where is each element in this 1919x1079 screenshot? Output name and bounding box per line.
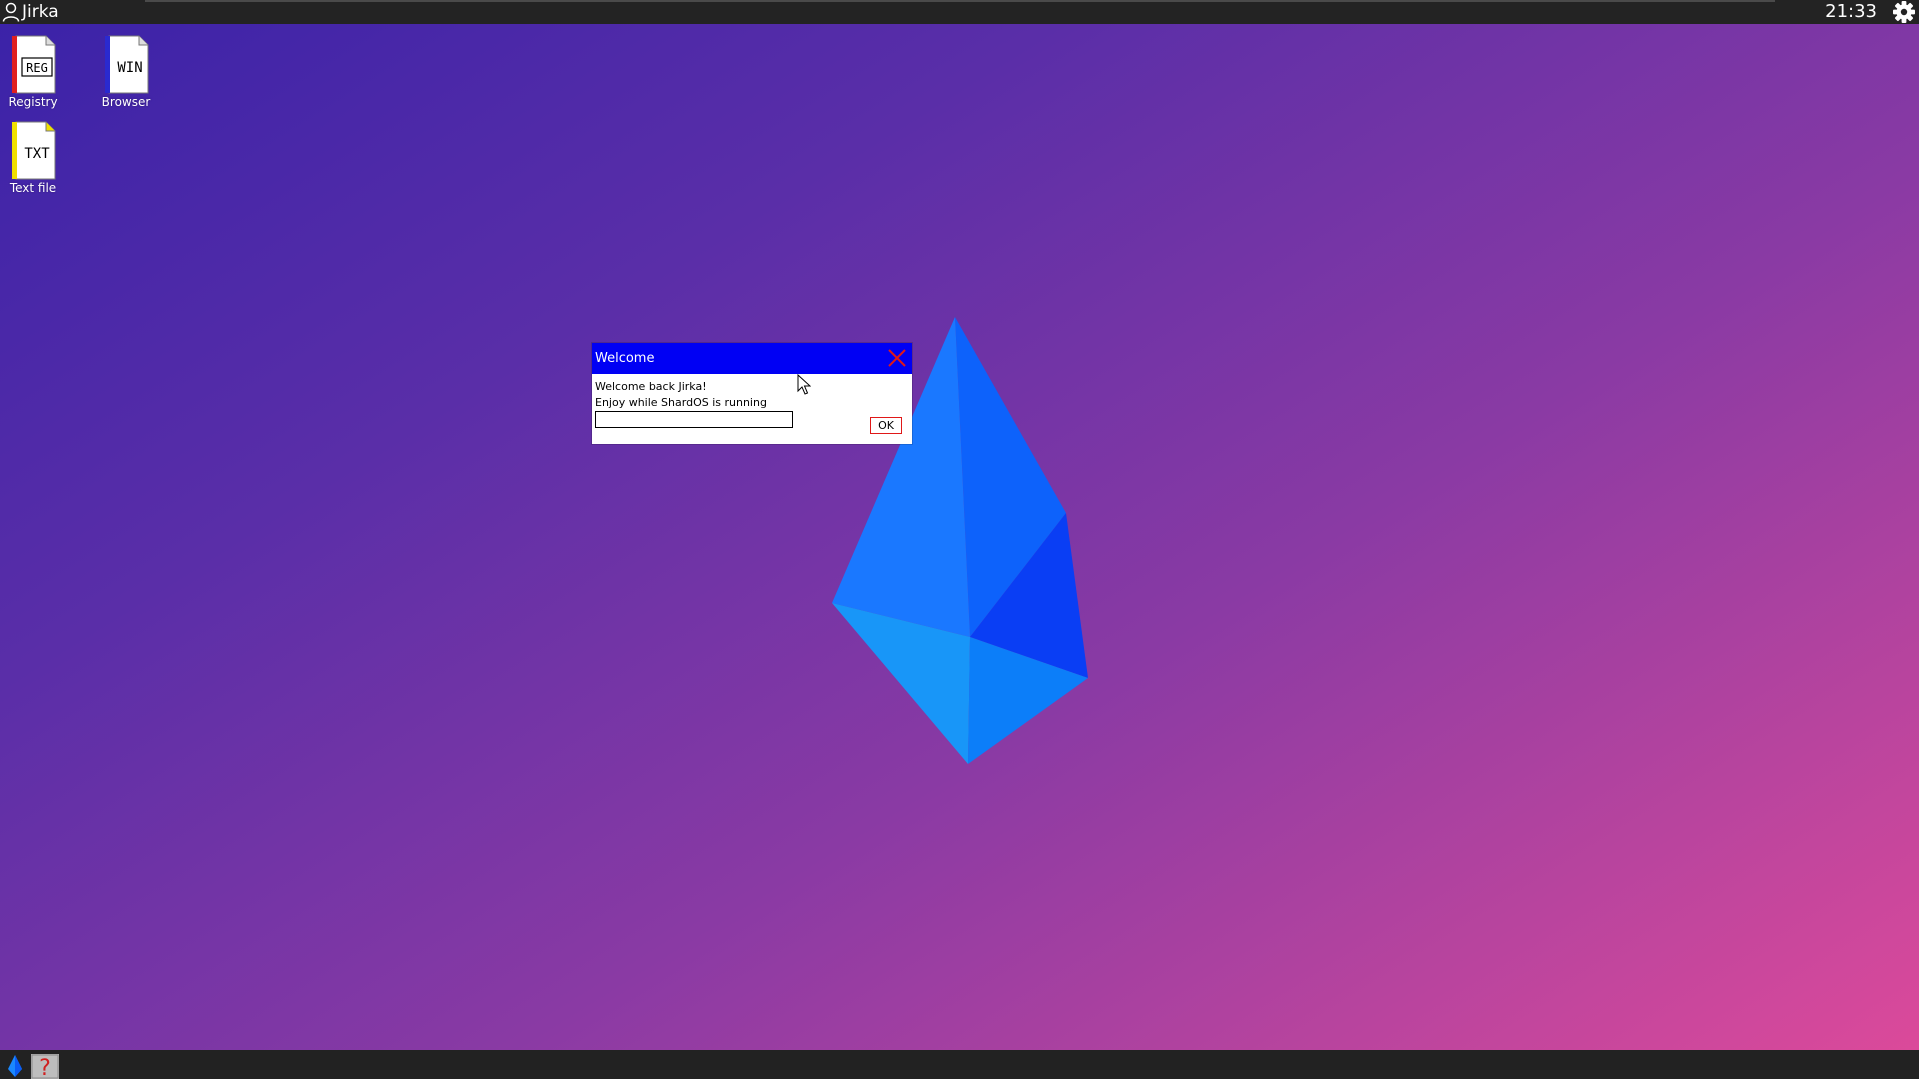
svg-text:REG: REG	[26, 61, 48, 75]
mouse-cursor-icon	[797, 374, 811, 395]
desktop-icon-browser[interactable]: WIN Browser	[86, 34, 166, 109]
username-label: Jirka	[22, 2, 59, 22]
user-icon	[2, 2, 20, 22]
desktop: Jirka 21:33 REG Registry WIN Browser TXT…	[0, 0, 1919, 1079]
welcome-dialog: Welcome Welcome back Jirka! Enjoy while …	[592, 343, 912, 444]
dialog-title: Welcome	[595, 351, 655, 366]
svg-text:WIN: WIN	[117, 60, 142, 76]
close-icon[interactable]	[886, 347, 908, 369]
svg-text:TXT: TXT	[24, 146, 50, 162]
desktop-icon-label: Text file	[9, 181, 57, 195]
desktop-icon-label: Registry	[8, 95, 58, 109]
taskbar-app-help[interactable]: ?	[31, 1054, 59, 1079]
registry-file-icon: REG	[12, 35, 56, 94]
dialog-message-line1: Welcome back Jirka!	[595, 380, 707, 393]
desktop-icon-registry[interactable]: REG Registry	[0, 34, 73, 109]
browser-file-icon: WIN	[105, 35, 149, 94]
taskbar: ?	[0, 1050, 1919, 1079]
question-mark-icon: ?	[31, 1054, 59, 1079]
dialog-text-input[interactable]	[595, 411, 793, 428]
clock: 21:33	[1825, 1, 1877, 22]
svg-text:?: ?	[39, 1056, 51, 1079]
dialog-message-line2: Enjoy while ShardOS is running	[595, 396, 767, 409]
desktop-icon-label: Browser	[101, 95, 151, 109]
shard-drop-icon[interactable]	[6, 1054, 24, 1078]
user-menu[interactable]: Jirka	[2, 0, 59, 24]
top-progress-track	[145, 0, 1775, 2]
dialog-titlebar[interactable]: Welcome	[592, 343, 912, 374]
text-file-icon: TXT	[12, 121, 56, 180]
ok-button[interactable]: OK	[870, 417, 902, 434]
gear-icon[interactable]	[1891, 0, 1917, 24]
top-bar: Jirka 21:33	[0, 0, 1919, 24]
desktop-icon-text-file[interactable]: TXT Text file	[0, 120, 73, 195]
